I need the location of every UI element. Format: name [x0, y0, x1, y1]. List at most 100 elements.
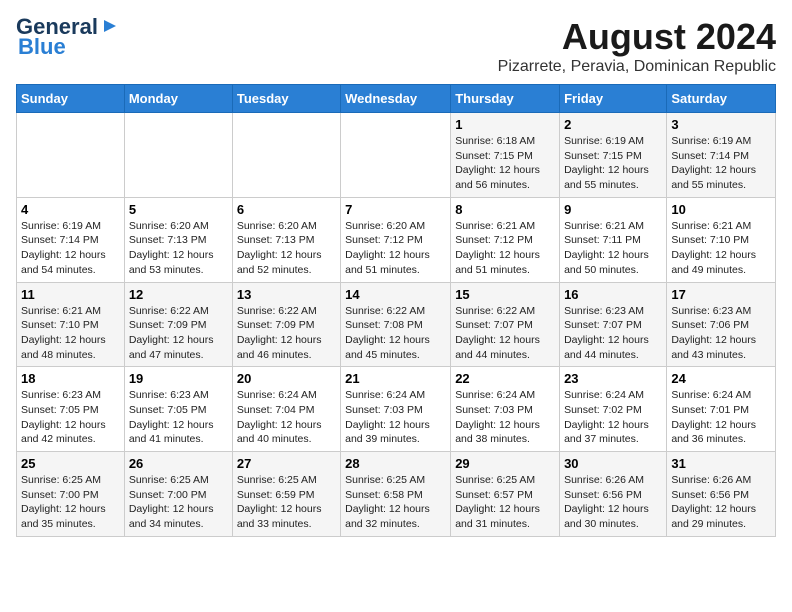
day-info: Sunrise: 6:23 AM Sunset: 7:05 PM Dayligh…	[21, 388, 120, 447]
calendar-cell: 3Sunrise: 6:19 AM Sunset: 7:14 PM Daylig…	[667, 113, 776, 198]
day-info: Sunrise: 6:20 AM Sunset: 7:12 PM Dayligh…	[345, 219, 446, 278]
day-number: 18	[21, 371, 120, 386]
day-number: 13	[237, 287, 336, 302]
day-info: Sunrise: 6:24 AM Sunset: 7:02 PM Dayligh…	[564, 388, 662, 447]
day-number: 15	[455, 287, 555, 302]
day-info: Sunrise: 6:23 AM Sunset: 7:06 PM Dayligh…	[671, 304, 771, 363]
day-info: Sunrise: 6:25 AM Sunset: 6:57 PM Dayligh…	[455, 473, 555, 532]
day-number: 25	[21, 456, 120, 471]
day-number: 11	[21, 287, 120, 302]
calendar-cell: 13 Sunrise: 6:22 AM Sunset: 7:09 PM Dayli…	[232, 282, 340, 367]
calendar-cell: 14Sunrise: 6:22 AM Sunset: 7:08 PM Dayli…	[341, 282, 451, 367]
day-info: Sunrise: 6:26 AM Sunset: 6:56 PM Dayligh…	[564, 473, 662, 532]
calendar-week-row: 25 Sunrise: 6:25 AM Sunset: 7:00 PM Dayli…	[17, 452, 776, 537]
logo: General Blue	[16, 16, 120, 58]
calendar-cell	[232, 113, 340, 198]
logo-arrow-icon	[100, 16, 120, 36]
day-info: Sunrise: 6:22 AM Sunset: 7:09 PM Dayligh…	[129, 304, 228, 363]
day-number: 26	[129, 456, 228, 471]
day-number: 2	[564, 117, 662, 132]
calendar-cell: 5 Sunrise: 6:20 AM Sunset: 7:13 PM Daylig…	[124, 197, 232, 282]
day-number: 28	[345, 456, 446, 471]
calendar-cell: 1 Sunrise: 6:18 AM Sunset: 7:15 PM Daylig…	[451, 113, 560, 198]
day-info: Sunrise: 6:25 AM Sunset: 6:59 PM Dayligh…	[237, 473, 336, 532]
calendar-cell	[124, 113, 232, 198]
calendar-cell: 18 Sunrise: 6:23 AM Sunset: 7:05 PM Dayli…	[17, 367, 125, 452]
day-of-week-header: Monday	[124, 85, 232, 113]
calendar-cell: 9 Sunrise: 6:21 AM Sunset: 7:11 PM Daylig…	[560, 197, 667, 282]
day-info: Sunrise: 6:21 AM Sunset: 7:10 PM Dayligh…	[21, 304, 120, 363]
day-of-week-header: Saturday	[667, 85, 776, 113]
calendar-cell: 11 Sunrise: 6:21 AM Sunset: 7:10 PM Dayli…	[17, 282, 125, 367]
title-area: August 2024 Pizarrete, Peravia, Dominica…	[498, 16, 776, 76]
day-of-week-header: Tuesday	[232, 85, 340, 113]
day-info: Sunrise: 6:22 AM Sunset: 7:09 PM Dayligh…	[237, 304, 336, 363]
page-subtitle: Pizarrete, Peravia, Dominican Republic	[498, 58, 776, 76]
calendar-cell: 2 Sunrise: 6:19 AM Sunset: 7:15 PM Daylig…	[560, 113, 667, 198]
logo-blue-text: Blue	[18, 36, 66, 58]
day-number: 1	[455, 117, 555, 132]
day-info: Sunrise: 6:24 AM Sunset: 7:03 PM Dayligh…	[455, 388, 555, 447]
day-info: Sunrise: 6:25 AM Sunset: 7:00 PM Dayligh…	[21, 473, 120, 532]
calendar-cell: 10Sunrise: 6:21 AM Sunset: 7:10 PM Dayli…	[667, 197, 776, 282]
day-info: Sunrise: 6:23 AM Sunset: 7:07 PM Dayligh…	[564, 304, 662, 363]
calendar-cell: 26Sunrise: 6:25 AM Sunset: 7:00 PM Dayli…	[124, 452, 232, 537]
calendar-cell: 17 Sunrise: 6:23 AM Sunset: 7:06 PM Dayli…	[667, 282, 776, 367]
page-title: August 2024	[498, 16, 776, 58]
calendar-week-row: 1 Sunrise: 6:18 AM Sunset: 7:15 PM Daylig…	[17, 113, 776, 198]
calendar-week-row: 18 Sunrise: 6:23 AM Sunset: 7:05 PM Dayli…	[17, 367, 776, 452]
day-info: Sunrise: 6:21 AM Sunset: 7:10 PM Dayligh…	[671, 219, 771, 278]
calendar-cell: 28Sunrise: 6:25 AM Sunset: 6:58 PM Dayli…	[341, 452, 451, 537]
day-info: Sunrise: 6:23 AM Sunset: 7:05 PM Dayligh…	[129, 388, 228, 447]
calendar-cell: 30Sunrise: 6:26 AM Sunset: 6:56 PM Dayli…	[560, 452, 667, 537]
calendar-cell: 15 Sunrise: 6:22 AM Sunset: 7:07 PM Dayli…	[451, 282, 560, 367]
day-number: 8	[455, 202, 555, 217]
day-info: Sunrise: 6:21 AM Sunset: 7:11 PM Dayligh…	[564, 219, 662, 278]
day-number: 9	[564, 202, 662, 217]
day-number: 23	[564, 371, 662, 386]
day-number: 4	[21, 202, 120, 217]
day-info: Sunrise: 6:24 AM Sunset: 7:03 PM Dayligh…	[345, 388, 446, 447]
day-number: 27	[237, 456, 336, 471]
day-number: 16	[564, 287, 662, 302]
day-number: 22	[455, 371, 555, 386]
calendar-cell: 21 Sunrise: 6:24 AM Sunset: 7:03 PM Dayli…	[341, 367, 451, 452]
day-number: 5	[129, 202, 228, 217]
calendar-week-row: 11 Sunrise: 6:21 AM Sunset: 7:10 PM Dayli…	[17, 282, 776, 367]
day-number: 24	[671, 371, 771, 386]
calendar-cell: 8 Sunrise: 6:21 AM Sunset: 7:12 PM Daylig…	[451, 197, 560, 282]
calendar-cell: 24 Sunrise: 6:24 AM Sunset: 7:01 PM Dayli…	[667, 367, 776, 452]
day-of-week-header: Thursday	[451, 85, 560, 113]
day-number: 20	[237, 371, 336, 386]
calendar-week-row: 4Sunrise: 6:19 AM Sunset: 7:14 PM Daylig…	[17, 197, 776, 282]
calendar-cell: 23 Sunrise: 6:24 AM Sunset: 7:02 PM Dayli…	[560, 367, 667, 452]
day-number: 29	[455, 456, 555, 471]
day-info: Sunrise: 6:21 AM Sunset: 7:12 PM Dayligh…	[455, 219, 555, 278]
day-number: 17	[671, 287, 771, 302]
day-number: 19	[129, 371, 228, 386]
calendar-cell	[17, 113, 125, 198]
day-info: Sunrise: 6:19 AM Sunset: 7:15 PM Dayligh…	[564, 134, 662, 193]
day-info: Sunrise: 6:20 AM Sunset: 7:13 PM Dayligh…	[129, 219, 228, 278]
day-number: 12	[129, 287, 228, 302]
day-info: Sunrise: 6:22 AM Sunset: 7:07 PM Dayligh…	[455, 304, 555, 363]
day-of-week-header: Wednesday	[341, 85, 451, 113]
day-number: 3	[671, 117, 771, 132]
calendar-cell: 16 Sunrise: 6:23 AM Sunset: 7:07 PM Dayli…	[560, 282, 667, 367]
calendar-cell: 7 Sunrise: 6:20 AM Sunset: 7:12 PM Daylig…	[341, 197, 451, 282]
day-of-week-header: Friday	[560, 85, 667, 113]
day-number: 7	[345, 202, 446, 217]
day-number: 14	[345, 287, 446, 302]
day-number: 21	[345, 371, 446, 386]
calendar-cell: 19 Sunrise: 6:23 AM Sunset: 7:05 PM Dayli…	[124, 367, 232, 452]
calendar-cell: 27 Sunrise: 6:25 AM Sunset: 6:59 PM Dayli…	[232, 452, 340, 537]
calendar-cell: 31Sunrise: 6:26 AM Sunset: 6:56 PM Dayli…	[667, 452, 776, 537]
calendar-cell	[341, 113, 451, 198]
day-info: Sunrise: 6:18 AM Sunset: 7:15 PM Dayligh…	[455, 134, 555, 193]
calendar-cell: 6Sunrise: 6:20 AM Sunset: 7:13 PM Daylig…	[232, 197, 340, 282]
calendar-cell: 29 Sunrise: 6:25 AM Sunset: 6:57 PM Dayli…	[451, 452, 560, 537]
day-info: Sunrise: 6:24 AM Sunset: 7:01 PM Dayligh…	[671, 388, 771, 447]
calendar-header-row: SundayMondayTuesdayWednesdayThursdayFrid…	[17, 85, 776, 113]
calendar-cell: 20Sunrise: 6:24 AM Sunset: 7:04 PM Dayli…	[232, 367, 340, 452]
calendar-cell: 4Sunrise: 6:19 AM Sunset: 7:14 PM Daylig…	[17, 197, 125, 282]
